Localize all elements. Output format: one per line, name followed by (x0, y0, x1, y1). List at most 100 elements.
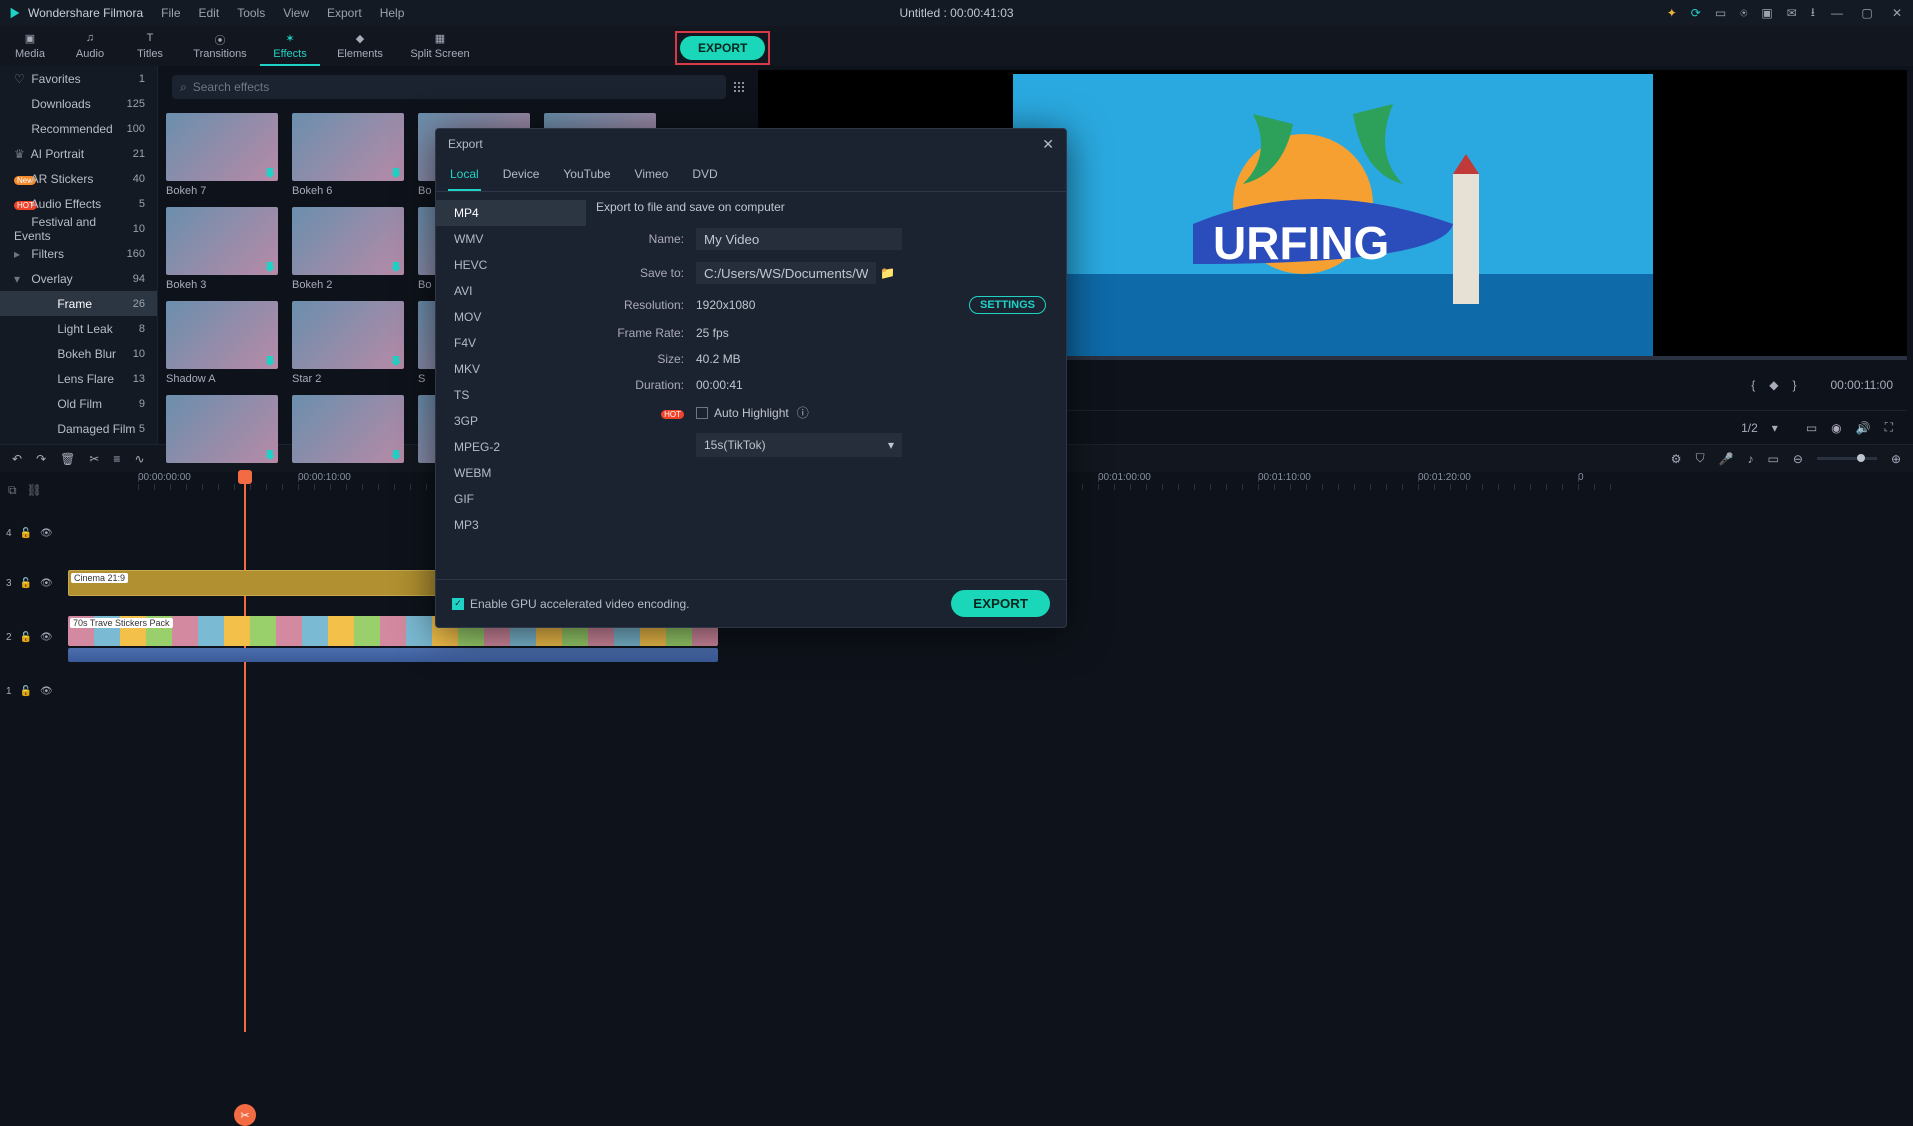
keyframe-add-icon[interactable]: ◆ (1769, 378, 1778, 392)
format-3gp[interactable]: 3GP (436, 408, 586, 434)
sidebar-item-favorites[interactable]: ♡ Favorites1 (0, 66, 157, 91)
tab-audio[interactable]: ♫Audio (60, 32, 120, 66)
scissor-icon[interactable]: ✂ (234, 1104, 256, 1126)
effect-thumb[interactable] (166, 395, 278, 467)
account-icon[interactable]: ⍟ (1740, 6, 1747, 21)
eye-icon[interactable]: 👁 (40, 578, 53, 589)
zoom-slider[interactable] (1817, 457, 1877, 460)
snapshot-icon[interactable]: ◉ (1831, 421, 1841, 435)
message-icon[interactable]: ✉ (1787, 6, 1797, 20)
menu-export[interactable]: Export (327, 6, 362, 20)
tab-effects[interactable]: ✶Effects (260, 32, 320, 66)
sidebar-item-overlay[interactable]: ▾ Overlay94 (0, 266, 157, 291)
keyframe-next-icon[interactable]: } (1792, 378, 1796, 392)
export-tab-local[interactable]: Local (448, 163, 481, 191)
speed-value[interactable]: 1/2 (1741, 421, 1758, 435)
name-field[interactable] (696, 228, 902, 250)
audio-sync-icon[interactable]: ∿ (134, 452, 144, 466)
format-mkv[interactable]: MKV (436, 356, 586, 382)
cut-icon[interactable]: ✂ (89, 452, 99, 466)
lock-icon[interactable]: 🔓 (20, 528, 32, 539)
format-mp4[interactable]: MP4 (436, 200, 586, 226)
format-mp3[interactable]: MP3 (436, 512, 586, 538)
menu-edit[interactable]: Edit (199, 6, 220, 20)
magnet-icon[interactable]: ⧉ (8, 483, 17, 498)
effect-thumb[interactable]: Bokeh 3 (166, 207, 278, 291)
format-webm[interactable]: WEBM (436, 460, 586, 486)
sidebar-item-old-film[interactable]: Old Film9 (0, 391, 157, 416)
sidebar-item-frame[interactable]: Frame26 (0, 291, 157, 316)
clip-audio[interactable] (68, 648, 718, 662)
menu-tools[interactable]: Tools (237, 6, 265, 20)
tab-media[interactable]: ▣Media (0, 32, 60, 66)
effect-thumb[interactable]: Bokeh 2 (292, 207, 404, 291)
download-icon[interactable]: ⭳ (1811, 3, 1815, 24)
zoom-out-icon[interactable]: ⊖ (1793, 452, 1803, 466)
keyframe-prev-icon[interactable]: { (1751, 378, 1755, 392)
save-icon[interactable]: ▣ (1761, 6, 1772, 20)
format-gif[interactable]: GIF (436, 486, 586, 512)
search-input[interactable]: ⌕ Search effects (172, 75, 726, 99)
info-icon[interactable]: ⓘ (797, 404, 809, 421)
sidebar-item-filters[interactable]: ▸ Filters160 (0, 241, 157, 266)
saveto-field[interactable] (696, 262, 876, 284)
sidebar-item-audio-effects[interactable]: HOT Audio Effects5 (0, 191, 157, 216)
sidebar-item-light-leak[interactable]: Light Leak8 (0, 316, 157, 341)
format-wmv[interactable]: WMV (436, 226, 586, 252)
export-tab-dvd[interactable]: DVD (690, 163, 719, 191)
eye-icon[interactable]: 👁 (40, 632, 53, 643)
sidebar-item-lens-flare[interactable]: Lens Flare13 (0, 366, 157, 391)
export-button[interactable]: EXPORT (680, 36, 765, 60)
format-hevc[interactable]: HEVC (436, 252, 586, 278)
format-f4v[interactable]: F4V (436, 330, 586, 356)
export-tab-vimeo[interactable]: Vimeo (633, 163, 671, 191)
sidebar-item-festival-and-events[interactable]: Festival and Events10 (0, 216, 157, 241)
redo-icon[interactable]: ↷ (36, 452, 46, 466)
auto-checkbox[interactable] (696, 407, 708, 419)
effect-thumb[interactable]: Shadow A (166, 301, 278, 385)
tips-icon[interactable]: ✦ (1667, 6, 1677, 20)
gift-icon[interactable]: ▭ (1715, 6, 1726, 20)
menu-view[interactable]: View (283, 6, 309, 20)
lock-icon[interactable]: 🔓 (20, 632, 32, 643)
sidebar-item-ai-portrait[interactable]: ♛ AI Portrait21 (0, 141, 157, 166)
effect-thumb[interactable]: Star 2 (292, 301, 404, 385)
music-icon[interactable]: ♪ (1748, 452, 1754, 466)
volume-icon[interactable]: 🔊 (1856, 421, 1871, 435)
auto-highlight-select[interactable]: 15s(TikTok)▾ (696, 433, 902, 457)
adjust-icon[interactable]: ≡ (113, 452, 120, 466)
maximize-button[interactable]: ▢ (1859, 5, 1875, 21)
eye-icon[interactable]: 👁 (40, 528, 53, 539)
eye-icon[interactable]: 👁 (40, 686, 53, 697)
sidebar-item-damaged-film[interactable]: Damaged Film5 (0, 416, 157, 441)
lock-icon[interactable]: 🔓 (20, 578, 32, 589)
zoom-in-icon[interactable]: ⊕ (1891, 452, 1901, 466)
link-icon[interactable]: ⛓ (27, 483, 42, 497)
format-mov[interactable]: MOV (436, 304, 586, 330)
export-tab-youtube[interactable]: YouTube (561, 163, 612, 191)
display-icon[interactable]: ▭ (1806, 421, 1817, 435)
tab-split-screen[interactable]: ▦Split Screen (400, 32, 480, 66)
format-ts[interactable]: TS (436, 382, 586, 408)
sidebar-item-downloads[interactable]: Downloads125 (0, 91, 157, 116)
sidebar-item-recommended[interactable]: Recommended100 (0, 116, 157, 141)
chevron-down-icon[interactable]: ▾ (1772, 421, 1778, 435)
support-icon[interactable]: ⟳ (1691, 6, 1701, 20)
export-tab-device[interactable]: Device (501, 163, 542, 191)
menu-help[interactable]: Help (380, 6, 405, 20)
delete-icon[interactable]: 🗑 (60, 452, 75, 466)
grid-view-icon[interactable] (734, 82, 744, 92)
fullscreen-icon[interactable]: ⛶ (1885, 420, 1893, 435)
gear-icon[interactable]: ⚙ (1671, 452, 1682, 466)
format-avi[interactable]: AVI (436, 278, 586, 304)
mic-icon[interactable]: 🎤 (1719, 452, 1734, 466)
sidebar-item-bokeh-blur[interactable]: Bokeh Blur10 (0, 341, 157, 366)
undo-icon[interactable]: ↶ (12, 452, 22, 466)
effect-thumb[interactable] (292, 395, 404, 467)
settings-button[interactable]: SETTINGS (969, 296, 1046, 314)
effect-thumb[interactable]: Bokeh 6 (292, 113, 404, 197)
tab-elements[interactable]: ◆Elements (320, 32, 400, 66)
dialog-export-button[interactable]: EXPORT (951, 590, 1050, 617)
menu-file[interactable]: File (161, 6, 180, 20)
minimize-button[interactable]: — (1829, 5, 1845, 21)
